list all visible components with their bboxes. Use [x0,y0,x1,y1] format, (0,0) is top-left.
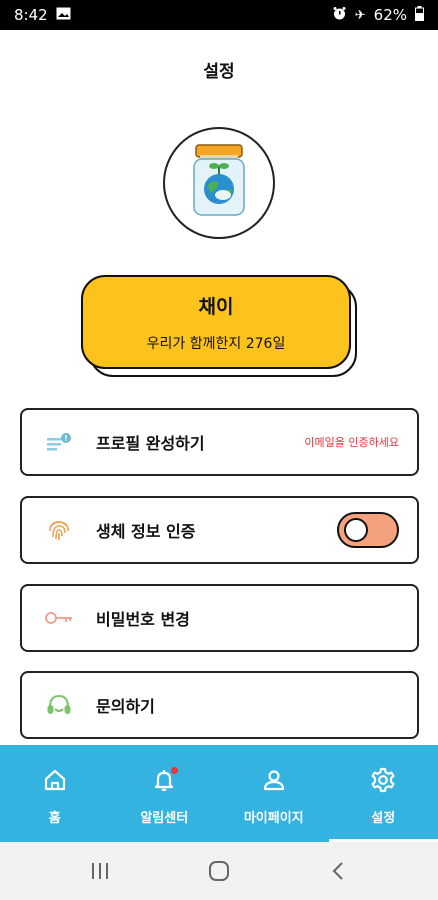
menu-password-label: 비밀번호 변경 [96,610,190,629]
nav-notifications-label: 알림센터 [140,811,189,826]
profile-card[interactable]: 채이 우리가 함께한지 276일 [81,275,351,369]
battery-icon [415,5,424,25]
status-left: 8:42 [14,6,71,24]
jar-globe-icon [186,143,252,223]
headset-icon [44,690,74,720]
user-icon [261,767,287,793]
avatar[interactable] [163,127,275,239]
profile-list-icon [44,427,74,457]
nav-mypage-label: 마이페이지 [243,811,304,826]
menu-biometric-label: 생체 정보 인증 [96,522,196,541]
notification-badge [170,767,178,774]
menu-profile-complete-label: 프로필 완성하기 [96,434,205,453]
recents-icon[interactable] [80,851,120,891]
nav-settings-label: 설정 [371,811,396,826]
fingerprint-icon [44,515,74,545]
nav-home[interactable]: 홈 [0,745,110,842]
biometric-toggle[interactable] [337,512,399,548]
toggle-knob [344,518,368,542]
menu-biometric[interactable]: 생체 정보 인증 [20,496,419,564]
system-nav-bar [0,842,438,900]
nav-settings[interactable]: 설정 [328,745,438,842]
email-verify-warning: 이메일을 인증하세요 [304,436,399,449]
battery-text: 62% [373,6,407,24]
image-icon [56,6,71,24]
menu-profile-complete[interactable]: 프로필 완성하기 이메일을 인증하세요 [20,408,419,476]
back-icon[interactable] [318,851,358,891]
nav-home-label: 홈 [48,811,61,826]
bottom-nav: 홈 알림센터 마이페이지 설정 [0,745,438,842]
airplane-icon: ✈ [354,7,366,23]
profile-days: 우리가 함께한지 276일 [146,335,286,352]
key-icon [44,603,74,633]
menu-inquiry-label: 문의하기 [96,697,155,716]
menu-password[interactable]: 비밀번호 변경 [20,584,419,652]
menu-inquiry[interactable]: 문의하기 [20,671,419,739]
home-circle-icon[interactable] [199,851,239,891]
gear-icon [370,767,396,793]
home-icon [42,767,68,793]
profile-name: 채이 [198,295,234,318]
status-right: ✈ 62% [332,5,424,25]
status-time: 8:42 [14,6,48,24]
status-bar: 8:42 ✈ 62% [0,0,438,30]
nav-notifications[interactable]: 알림센터 [110,745,220,842]
nav-mypage[interactable]: 마이페이지 [219,745,329,842]
alarm-icon [332,6,347,25]
page-title: 설정 [203,62,235,82]
